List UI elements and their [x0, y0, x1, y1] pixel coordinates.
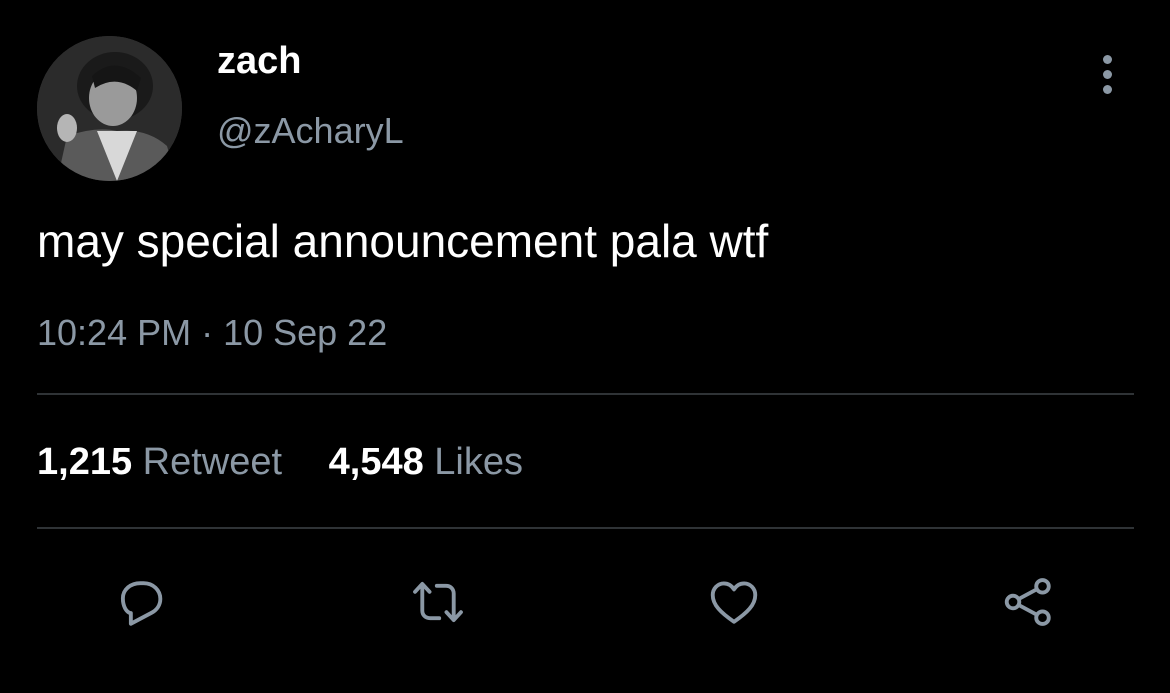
divider [37, 527, 1134, 529]
more-options-icon[interactable] [1085, 52, 1129, 96]
more-dot [1102, 69, 1112, 79]
likes-stat[interactable]: 4,548 Likes [329, 438, 523, 486]
retweets-stat[interactable]: 1,215 Retweet [37, 438, 282, 486]
reply-icon [120, 581, 163, 626]
share-icon [1004, 578, 1051, 626]
retweets-label: Retweet [142, 441, 283, 483]
reply-button[interactable] [109, 570, 173, 634]
tweet-text: may special announcement pala wtf [37, 215, 769, 267]
likes-label: Likes [434, 441, 523, 483]
more-dot [1102, 54, 1112, 64]
retweet-icon [413, 581, 463, 623]
likes-count: 4,548 [328, 441, 424, 483]
share-button[interactable] [996, 570, 1060, 634]
avatar[interactable] [37, 36, 182, 181]
tweet-timestamp[interactable]: 10:24 PM · 10 Sep 22 [37, 310, 387, 356]
display-name[interactable]: zach [217, 38, 301, 84]
divider [37, 393, 1134, 395]
avatar-image [37, 36, 182, 181]
retweet-button[interactable] [406, 570, 470, 634]
like-button[interactable] [702, 570, 766, 634]
heart-icon [710, 581, 758, 624]
tweet-stats: 1,215 Retweet 4,548 Likes [37, 438, 523, 486]
more-dot [1102, 84, 1112, 94]
user-handle[interactable]: @zAcharyL [217, 108, 404, 154]
retweets-count: 1,215 [37, 441, 133, 483]
